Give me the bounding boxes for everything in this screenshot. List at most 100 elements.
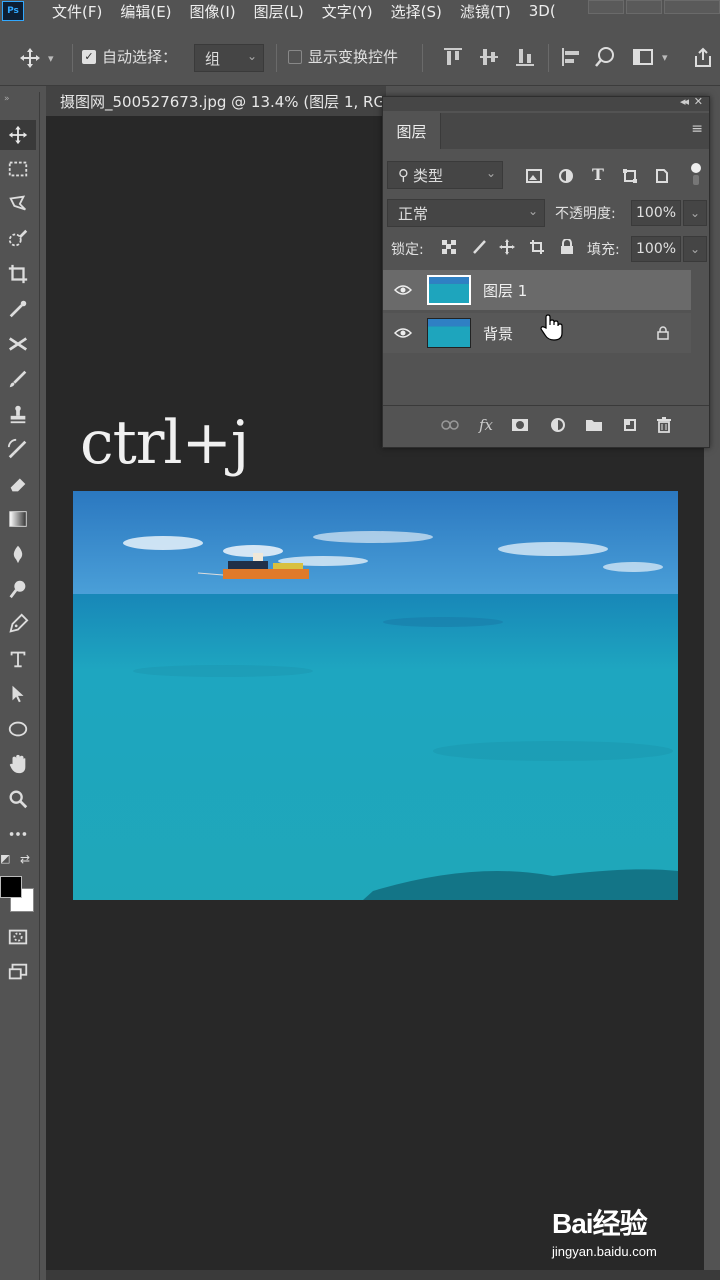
- menu-edit[interactable]: 编辑(E): [120, 1, 171, 22]
- workspace-icon[interactable]: ▾: [632, 46, 668, 68]
- path-selection-tool-icon[interactable]: [0, 679, 36, 709]
- lock-artboard-icon[interactable]: [527, 237, 547, 257]
- menu-select[interactable]: 选择(S): [391, 1, 442, 22]
- lock-label: 锁定:: [391, 242, 424, 258]
- align-left-icon[interactable]: [560, 46, 582, 68]
- close-window-button[interactable]: [664, 0, 720, 14]
- document-tab[interactable]: 摄图网_500527673.jpg @ 13.4% (图层 1, RGB: [46, 86, 386, 116]
- foreground-color-swatch[interactable]: [0, 876, 22, 898]
- dodge-tool-icon[interactable]: [0, 574, 36, 604]
- clone-stamp-tool-icon[interactable]: [0, 399, 36, 429]
- filter-pixel-icon[interactable]: [523, 165, 545, 187]
- share-icon[interactable]: [692, 46, 714, 68]
- link-layers-icon[interactable]: [439, 414, 461, 436]
- layer-style-icon[interactable]: fx: [475, 414, 497, 436]
- blend-mode-dropdown[interactable]: 正常 ⌄: [387, 199, 545, 227]
- crop-tool-icon[interactable]: [0, 259, 36, 289]
- lock-image-icon[interactable]: [469, 237, 489, 257]
- menu-layer[interactable]: 图层(L): [254, 1, 304, 22]
- fill-input[interactable]: 100%: [631, 236, 681, 262]
- opacity-input[interactable]: 100%: [631, 200, 681, 226]
- new-layer-icon[interactable]: [619, 414, 641, 436]
- filter-smart-object-icon[interactable]: [651, 165, 673, 187]
- collapse-panel-icon[interactable]: ◂◂: [680, 95, 689, 108]
- tab-layers[interactable]: 图层: [383, 113, 441, 149]
- close-panel-icon[interactable]: ✕: [694, 95, 703, 108]
- hand-tool-icon[interactable]: [0, 749, 36, 779]
- menu-type[interactable]: 文字(Y): [322, 1, 373, 22]
- gradient-tool-icon[interactable]: [0, 504, 36, 534]
- auto-select-checkbox[interactable]: ✓ 自动选择：: [82, 46, 177, 67]
- lock-all-icon[interactable]: [557, 237, 577, 257]
- layer-row-layer1[interactable]: 图层 1: [383, 270, 691, 310]
- lasso-tool-icon[interactable]: [0, 189, 36, 219]
- layer-name: 背景: [483, 324, 514, 343]
- panel-menu-icon[interactable]: ≡: [691, 121, 703, 137]
- move-tool-icon[interactable]: [0, 120, 36, 150]
- check-icon: ✓: [82, 49, 96, 64]
- menu-image[interactable]: 图像(I): [190, 1, 236, 22]
- default-colors-icon[interactable]: ◩: [0, 852, 10, 865]
- document-image: [73, 491, 678, 900]
- filter-kind-value: 类型: [413, 166, 444, 185]
- new-adjustment-layer-icon[interactable]: [547, 414, 569, 436]
- eye-icon[interactable]: [383, 327, 423, 339]
- pen-tool-icon[interactable]: [0, 609, 36, 639]
- layers-panel-footer: fx: [383, 405, 709, 441]
- search-icon[interactable]: [594, 46, 616, 68]
- fill-dropdown-button[interactable]: ⌄: [683, 236, 707, 262]
- move-tool-icon[interactable]: ▾: [18, 46, 54, 70]
- layer-row-background[interactable]: 背景: [383, 313, 691, 353]
- healing-brush-tool-icon[interactable]: [0, 329, 36, 359]
- chevron-down-icon: ⌄: [485, 166, 496, 180]
- fill-label: 填充:: [587, 242, 620, 258]
- minimize-button[interactable]: [588, 0, 624, 14]
- auto-select-dropdown[interactable]: 组 ⌄: [194, 44, 264, 72]
- layers-panel: ◂◂ ✕ 图层 ≡ ⚲ 类型 ⌄ T 正常 ⌄ 不透明度: 100% ⌄ 锁定:…: [382, 95, 710, 448]
- ellipse-tool-icon[interactable]: [0, 714, 36, 744]
- eye-icon[interactable]: [383, 284, 423, 296]
- more-tools-icon[interactable]: [0, 819, 36, 849]
- status-bar: [46, 1270, 720, 1280]
- eraser-tool-icon[interactable]: [0, 469, 36, 499]
- opacity-dropdown-button[interactable]: ⌄: [683, 200, 707, 226]
- baidu-watermark: Bai经验 jingyan.baidu.com: [552, 1202, 657, 1259]
- show-transform-checkbox[interactable]: 显示变换控件: [288, 46, 398, 67]
- shortcut-caption: ctrl+j: [80, 408, 249, 478]
- lock-transparent-icon[interactable]: [439, 237, 459, 257]
- menu-file[interactable]: 文件(F): [52, 1, 102, 22]
- eyedropper-tool-icon[interactable]: [0, 294, 36, 324]
- zoom-tool-icon[interactable]: [0, 784, 36, 814]
- align-vcenter-icon[interactable]: [478, 46, 500, 68]
- opacity-label: 不透明度:: [555, 206, 616, 222]
- menu-3d[interactable]: 3D(: [529, 2, 556, 20]
- align-bottom-icon[interactable]: [514, 46, 536, 68]
- add-mask-icon[interactable]: [509, 414, 531, 436]
- filter-shape-icon[interactable]: [619, 165, 641, 187]
- swap-colors-icon[interactable]: ⇄: [20, 852, 30, 866]
- chevron-down-icon: ⌄: [527, 204, 538, 218]
- marquee-tool-icon[interactable]: [0, 154, 36, 184]
- new-group-icon[interactable]: [583, 414, 605, 436]
- collapse-tools-icon[interactable]: »: [4, 94, 10, 104]
- checkbox-empty-icon: [288, 49, 302, 64]
- photoshop-logo: Ps: [2, 1, 24, 21]
- screen-mode-icon[interactable]: [0, 957, 36, 987]
- filter-type-icon[interactable]: T: [587, 163, 609, 185]
- maximize-button[interactable]: [626, 0, 662, 14]
- filter-kind-dropdown[interactable]: ⚲ 类型 ⌄: [387, 161, 503, 189]
- brush-tool-icon[interactable]: [0, 364, 36, 394]
- auto-select-value: 组: [205, 49, 221, 68]
- panel-title-strip: [383, 97, 709, 111]
- quick-mask-icon[interactable]: [0, 922, 36, 952]
- filter-adjustment-icon[interactable]: [555, 165, 577, 187]
- quick-select-tool-icon[interactable]: [0, 224, 36, 254]
- menu-filter[interactable]: 滤镜(T): [460, 1, 511, 22]
- align-top-icon[interactable]: [442, 46, 464, 68]
- type-tool-icon[interactable]: [0, 644, 36, 674]
- delete-layer-icon[interactable]: [653, 414, 675, 436]
- history-brush-tool-icon[interactable]: [0, 434, 36, 464]
- lock-position-icon[interactable]: [497, 237, 517, 257]
- blur-tool-icon[interactable]: [0, 539, 36, 569]
- filter-toggle[interactable]: [689, 161, 703, 187]
